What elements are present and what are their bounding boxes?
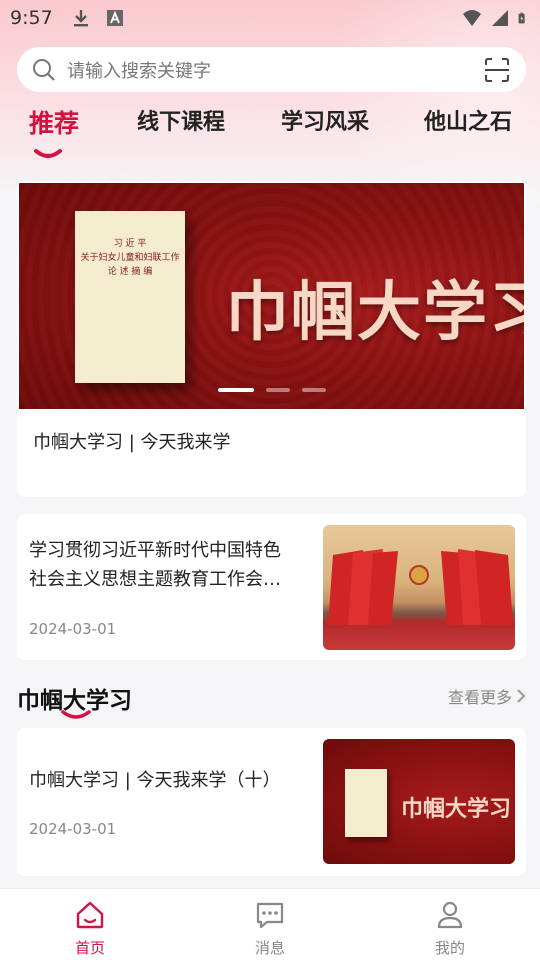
banner-card[interactable]: 习 近 平 关于妇女儿童和妇联工作 论 述 摘 编 巾帼大学习 巾帼大学习 | … [17,181,526,497]
carousel-dot[interactable] [302,388,326,392]
carousel-dot[interactable] [266,388,290,392]
signal-icon [492,10,508,26]
book-line: 关于妇女儿童和妇联工作 [80,253,180,263]
tab-study-showcase[interactable]: 学习风采 [281,104,369,136]
status-time: 9:57 [10,7,53,29]
nav-label: 我的 [434,939,465,957]
search-input[interactable]: 请输入搜索关键字 [67,57,482,83]
article-card[interactable]: 学习贯彻习近平新时代中国特色社会主义思想主题教育工作会议召开 2024-03-0… [17,514,526,660]
section-header: 巾帼大学习 查看更多 [17,678,526,719]
scan-icon[interactable] [482,55,512,85]
book-cover [345,769,387,837]
download-icon [73,10,88,27]
tab-active-indicator [34,149,62,158]
book-line: 论 述 摘 编 [107,267,153,277]
book-cover: 习 近 平 关于妇女儿童和妇联工作 论 述 摘 编 [75,211,185,383]
home-icon [76,901,104,929]
category-tabs: 推荐 线下课程 学习风采 他山之石 [0,100,540,160]
message-icon [256,902,284,929]
nav-label: 首页 [74,939,105,957]
item-thumbnail[interactable]: 巾帼大学习 [323,739,515,864]
search-bar[interactable]: 请输入搜索关键字 [17,47,526,92]
emblem-icon [409,565,429,585]
thumbnail-title: 巾帼大学习 [401,797,512,822]
nav-messages[interactable]: 消息 [180,889,360,960]
search-icon [33,58,55,81]
tab-offline-courses[interactable]: 线下课程 [137,104,225,136]
item-date: 2024-03-01 [29,820,117,838]
nav-label: 消息 [254,939,285,957]
view-more-link[interactable]: 查看更多 [448,684,526,708]
battery-charging-icon [518,12,525,24]
wifi-icon [463,10,481,26]
tab-recommend[interactable]: 推荐 [29,104,79,140]
user-icon [437,901,463,929]
banner-caption[interactable]: 巾帼大学习 | 今天我来学 [33,428,231,454]
list-item[interactable]: 巾帼大学习 | 今天我来学（十） 2024-03-01 巾帼大学习 [17,728,526,876]
section-title-indicator [61,710,91,719]
nav-home[interactable]: 首页 [0,889,180,960]
article-date: 2024-03-01 [29,620,117,638]
flags-illustration [328,549,513,625]
banner-image-title: 巾帼大学习 [225,276,524,350]
carousel-dot[interactable] [218,388,254,392]
carousel-indicator [218,388,326,392]
article-title[interactable]: 学习贯彻习近平新时代中国特色社会主义思想主题教育工作会议召开 [29,536,291,594]
nav-profile[interactable]: 我的 [360,889,540,960]
status-bar: 9:57 [0,0,540,36]
book-line: 习 近 平 [113,239,147,249]
tab-other-experiences[interactable]: 他山之石 [424,104,512,136]
article-thumbnail[interactable] [323,525,515,650]
font-a-icon [106,10,123,26]
item-title[interactable]: 巾帼大学习 | 今天我来学（十） [29,766,281,792]
banner-image[interactable]: 习 近 平 关于妇女儿童和妇联工作 论 述 摘 编 巾帼大学习 [19,183,524,409]
view-more-label: 查看更多 [447,688,512,707]
chevron-right-icon [517,689,526,703]
bottom-navigation: 首页 消息 我的 [0,888,540,960]
